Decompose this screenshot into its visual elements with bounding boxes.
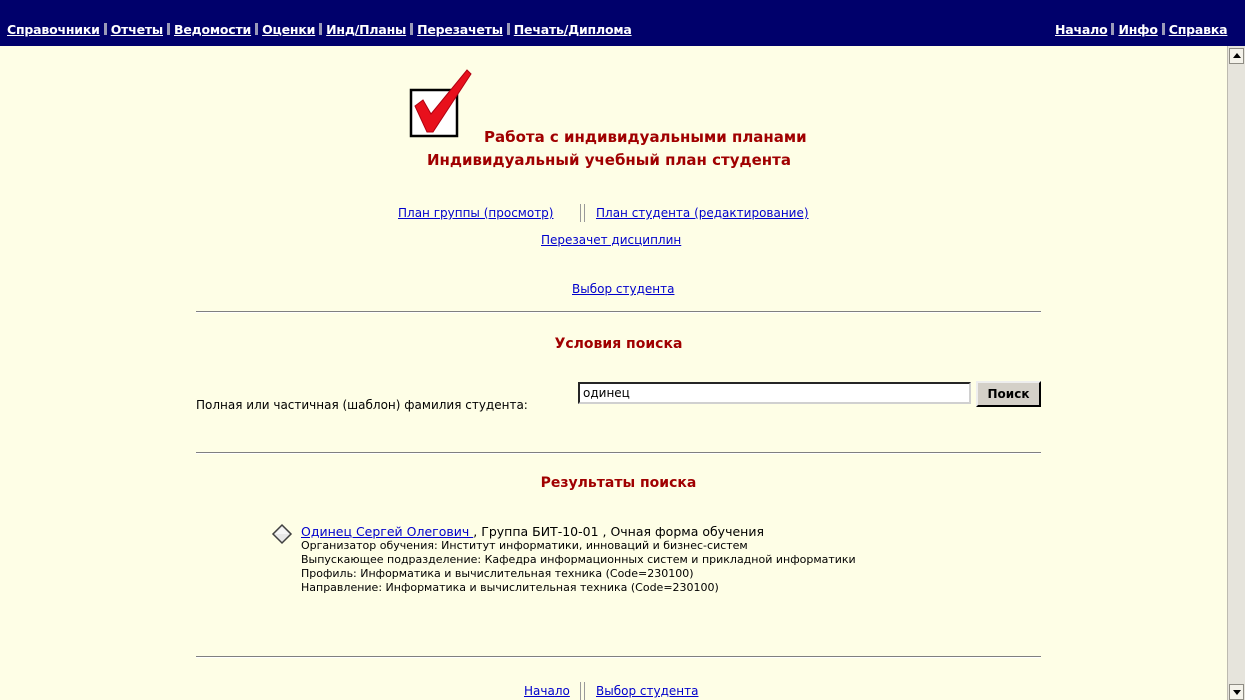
top-nav-right: Начало Инфо Справка (1055, 22, 1228, 37)
surname-label: Полная или частичная (шаблон) фамилия ст… (196, 398, 528, 412)
surname-search-input[interactable] (578, 382, 971, 404)
search-conditions-title: Условия поиска (554, 336, 683, 352)
link-separator (580, 204, 585, 222)
top-nav-bar: Справочники Отчеты Ведомости Оценки Инд/План… (0, 0, 1245, 46)
nav-separator (410, 23, 414, 35)
page-title: Работа с индивидуальными планами (484, 128, 807, 146)
nav-separator (319, 23, 323, 35)
result-direction: Направление: Информатика и вычислительна… (301, 581, 719, 594)
divider (196, 311, 1041, 313)
result-profile: Профиль: Информатика и вычислительная те… (301, 567, 694, 580)
nav-link-print-diploma[interactable]: Печать/Диплома (514, 22, 632, 37)
footer-select-student-link[interactable]: Выбор студента (596, 684, 698, 698)
nav-link-grades[interactable]: Оценки (262, 22, 315, 37)
link-separator (580, 682, 585, 700)
result-organizer: Организатор обучения: Институт информати… (301, 539, 748, 552)
divider (196, 452, 1041, 454)
page-subtitle: Индивидуальный учебный план студента (427, 151, 791, 169)
top-nav-left: Справочники Отчеты Ведомости Оценки Инд/План… (7, 22, 632, 37)
nav-separator (167, 23, 170, 35)
select-student-link[interactable]: Выбор студента (572, 282, 674, 296)
nav-link-help[interactable]: Справка (1169, 22, 1228, 37)
nav-link-home[interactable]: Начало (1055, 22, 1108, 37)
checkmark-logo-icon (409, 69, 472, 138)
divider (196, 656, 1041, 658)
nav-separator (103, 23, 107, 35)
nav-link-references[interactable]: Справочники (7, 22, 100, 37)
nav-separator (506, 23, 510, 35)
search-results-title: Результаты поиска (540, 475, 697, 491)
result-department: Выпускающее подразделение: Кафедра инфор… (301, 553, 856, 566)
nav-separator (255, 23, 259, 35)
nav-link-reoffsets[interactable]: Перезачеты (417, 22, 503, 37)
group-plan-link[interactable]: План группы (просмотр) (398, 206, 553, 220)
scroll-up-arrow-icon[interactable] (1229, 48, 1244, 64)
reoffset-link[interactable]: Перезачет дисциплин (541, 233, 681, 247)
nav-link-ind-plans[interactable]: Инд/Планы (326, 22, 406, 37)
footer-home-link[interactable]: Начало (524, 684, 570, 698)
nav-link-statements[interactable]: Ведомости (174, 22, 251, 37)
nav-separator (1111, 23, 1115, 35)
nav-link-info[interactable]: Инфо (1118, 22, 1157, 37)
nav-separator (1161, 23, 1165, 35)
vertical-scrollbar[interactable] (1227, 46, 1245, 700)
scroll-down-arrow-icon[interactable] (1229, 684, 1244, 700)
student-plan-link[interactable]: План студента (редактирование) (596, 206, 809, 220)
nav-link-reports[interactable]: Отчеты (111, 22, 163, 37)
student-name-link[interactable]: Одинец Сергей Олегович (301, 524, 473, 539)
result-summary: , Группа БИТ-10-01 , Очная форма обучени… (473, 524, 764, 539)
result-headline: Одинец Сергей Олегович , Группа БИТ-10-0… (301, 525, 856, 539)
diamond-bullet-icon (271, 523, 293, 545)
search-button[interactable]: Поиск (976, 381, 1041, 407)
result-item: Одинец Сергей Олегович , Группа БИТ-10-0… (301, 525, 856, 595)
